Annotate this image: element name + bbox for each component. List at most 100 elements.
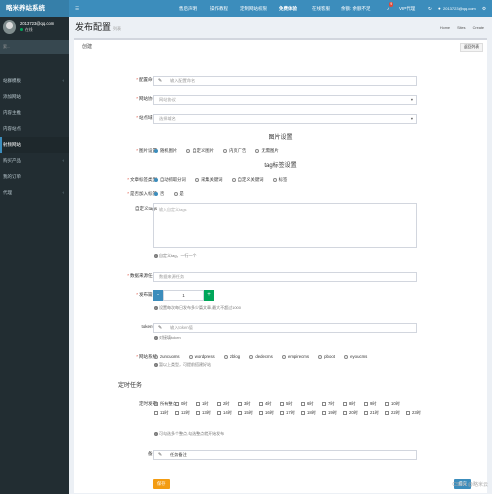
nav-online-service[interactable]: 在线客服 xyxy=(312,0,330,17)
bell-icon: ♪ xyxy=(387,6,390,11)
image-section-title: 图片设置 xyxy=(268,135,293,141)
config-name-field[interactable]: ✎ 输入配置命名 xyxy=(153,76,417,86)
checkbox-icon xyxy=(364,401,368,406)
schedule-hour-checkbox[interactable]: 1时 xyxy=(196,401,209,407)
publish-count-input[interactable]: 1 xyxy=(163,290,204,301)
schedule-hour-checkbox[interactable]: 9时 xyxy=(364,401,377,407)
custom-tags-textarea[interactable]: 输入自定义tags xyxy=(153,203,417,248)
save-button[interactable]: 保存 xyxy=(153,479,170,489)
schedule-hour-checkbox[interactable]: 19时 xyxy=(322,410,337,416)
increment-button[interactable]: + xyxy=(204,290,214,301)
top-navbar: 略米养站系统 ☰ 售后声明 操作教程 定制网站权限 免费体验 在线客服 余额: … xyxy=(0,0,492,17)
checkbox-icon xyxy=(238,401,242,406)
breadcrumb-home[interactable]: Home xyxy=(440,26,450,30)
cms-option-pboot[interactable]: pboot xyxy=(318,354,335,359)
nav-free-trial[interactable]: 免费体验 xyxy=(279,0,297,17)
checkbox-icon xyxy=(175,401,179,406)
radio-icon xyxy=(223,148,228,153)
schedule-hour-checkbox[interactable]: 16时 xyxy=(259,410,274,416)
back-to-list-button[interactable]: 返回列表 xyxy=(459,43,483,52)
sidebar-user-name: 2013723@qq.com xyxy=(20,21,55,26)
tag-add-yes[interactable]: 是 xyxy=(173,191,184,197)
tag-option-auto[interactable]: 自动抓取分词 xyxy=(154,177,186,183)
sidebar-item-buy[interactable]: 购买产品 ‹ xyxy=(0,153,69,169)
image-option-none[interactable]: 无需图片 xyxy=(255,148,279,154)
image-option-ad[interactable]: 内页广告 xyxy=(223,148,246,154)
sidebar-item-add-site[interactable]: 添加网站 xyxy=(0,89,69,105)
remark-field[interactable]: ✎ 任务备注 xyxy=(153,450,417,460)
schedule-hour-checkbox[interactable]: 8时 xyxy=(343,401,356,407)
nav-balance[interactable]: 余额: 余额不足 xyxy=(341,0,371,17)
schedule-hour-checkbox[interactable]: 22时 xyxy=(385,410,400,416)
nav-after-sales[interactable]: 售后声明 xyxy=(179,0,197,17)
settings-icon[interactable]: ⚙ xyxy=(482,0,486,17)
image-option-custom[interactable]: 自定义图片 xyxy=(186,148,214,154)
sidebar-item-content-push[interactable]: 内容主推 xyxy=(0,105,69,121)
schedule-hour-checkbox[interactable]: 5时 xyxy=(280,401,293,407)
checkbox-icon xyxy=(259,410,263,415)
schedule-hour-checkbox[interactable]: 14时 xyxy=(217,410,232,416)
vip-agent-link[interactable]: VIP代理 xyxy=(399,0,415,17)
notification-button[interactable]: ♪9 xyxy=(387,0,394,17)
schedule-hour-checkbox[interactable]: 所有整点 xyxy=(154,401,177,407)
cms-option-dedecms[interactable]: dedecms xyxy=(249,354,273,359)
schedule-hour-checkbox[interactable]: 3时 xyxy=(238,401,251,407)
breadcrumb-sites[interactable]: Sites xyxy=(457,26,465,30)
domain-select[interactable]: 选择域名 ▾ xyxy=(153,114,417,124)
tag-type-options: 自动抓取分词 采集关键词 自定义关键词 标签 xyxy=(154,177,295,183)
radio-icon xyxy=(186,148,191,153)
checkbox-icon xyxy=(196,410,200,415)
cms-option-empirecms[interactable]: empirecms xyxy=(281,354,309,359)
sidebar-item-content-site[interactable]: 内容站点 xyxy=(0,121,69,137)
schedule-hour-checkbox[interactable]: 13时 xyxy=(196,410,211,416)
user-email[interactable]: 2013723@qq.com xyxy=(443,0,476,17)
protocol-select[interactable]: 网站协议 ▾ xyxy=(153,95,417,105)
schedule-hour-checkbox[interactable]: 18时 xyxy=(301,410,316,416)
decrement-button[interactable]: - xyxy=(153,290,163,301)
tag-option-label[interactable]: 标签 xyxy=(272,177,287,183)
info-icon: i xyxy=(154,432,158,436)
sidebar-item-agent[interactable]: 代理 ‹ xyxy=(0,185,69,201)
schedule-hour-checkbox[interactable]: 0时 xyxy=(175,401,188,407)
tag-option-collect[interactable]: 采集关键词 xyxy=(194,177,222,183)
radio-icon xyxy=(231,177,236,182)
image-options: 随机图片 自定义图片 内页广告 无需图片 xyxy=(154,148,287,154)
schedule-hour-checkbox[interactable]: 10时 xyxy=(385,401,400,407)
checkbox-icon xyxy=(343,401,347,406)
sidebar-search-input[interactable]: 索... xyxy=(0,40,69,54)
cms-option-zblog[interactable]: zblog xyxy=(223,354,240,359)
schedule-hour-checkbox[interactable]: 6时 xyxy=(301,401,314,407)
cms-option-eyoucms[interactable]: eyoucms xyxy=(344,354,367,359)
source-task-select[interactable]: 数据来源任务 xyxy=(153,272,417,282)
sidebar-toggle-icon[interactable]: ☰ xyxy=(75,0,79,17)
cms-option-zuncuoms[interactable]: zuncuoms xyxy=(154,354,180,359)
info-icon: i xyxy=(154,363,158,367)
refresh-icon[interactable]: ↻ xyxy=(428,0,432,17)
sidebar-item-orders[interactable]: 我的订单 xyxy=(0,169,69,185)
nav-custom-site[interactable]: 定制网站权限 xyxy=(240,0,267,17)
tag-option-custom[interactable]: 自定义关键词 xyxy=(231,177,263,183)
schedule-hour-checkbox[interactable]: 23时 xyxy=(406,410,421,416)
schedule-hour-checkbox[interactable]: 20时 xyxy=(343,410,358,416)
schedule-hour-checkbox[interactable]: 11时 xyxy=(154,410,169,416)
schedule-hour-checkbox[interactable]: 12时 xyxy=(175,410,190,416)
token-field[interactable]: ✎ 输入token值 xyxy=(153,323,417,333)
schedule-hour-checkbox[interactable]: 17时 xyxy=(280,410,295,416)
tag-add-no[interactable]: 否 xyxy=(154,191,164,197)
sidebar-item-active[interactable]: 射频网站 xyxy=(0,137,69,153)
sidebar-item-templates[interactable]: 站群模板 ‹ xyxy=(0,73,69,89)
image-option-random[interactable]: 随机图片 xyxy=(154,148,177,154)
breadcrumb: Home Sites Create xyxy=(434,26,484,30)
schedule-hour-checkbox[interactable]: 15时 xyxy=(238,410,253,416)
info-icon: i xyxy=(154,254,158,258)
nav-tutorial[interactable]: 操作教程 xyxy=(210,0,228,17)
app-logo[interactable]: 略米养站系统 xyxy=(0,0,69,17)
schedule-hour-checkbox[interactable]: 7时 xyxy=(322,401,335,407)
schedule-hour-checkbox[interactable]: 4时 xyxy=(259,401,272,407)
chevron-left-icon: ‹ xyxy=(62,78,65,83)
schedule-hour-checkbox[interactable]: 21时 xyxy=(364,410,379,416)
user-avatar-icon[interactable]: ● xyxy=(438,0,441,17)
checkbox-icon xyxy=(154,410,158,415)
cms-option-wordpress[interactable]: wordpress xyxy=(188,354,215,359)
schedule-hour-checkbox[interactable]: 2时 xyxy=(217,401,230,407)
